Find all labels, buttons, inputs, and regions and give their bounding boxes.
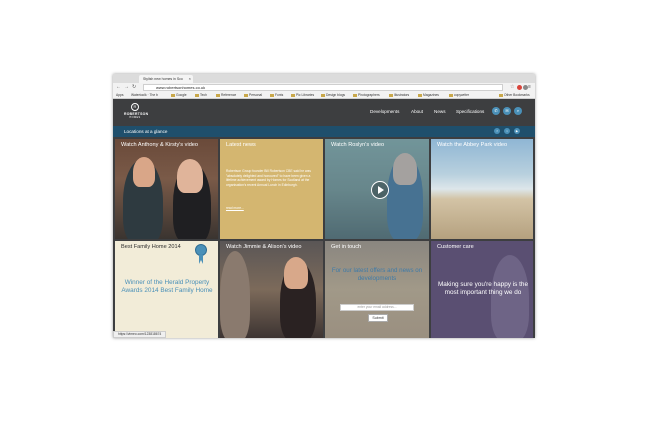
youtube-icon[interactable]: ▶ (514, 128, 520, 134)
video-tile-anthony-kirsty[interactable]: Watch Anthony & Kirsty's video (115, 139, 218, 239)
email-input[interactable]: enter your email address... (340, 304, 414, 311)
browser-tab[interactable]: Stylish new homes in Sco × (139, 75, 193, 83)
phone-icon[interactable]: ✆ (492, 107, 500, 115)
folder-icon (353, 93, 357, 97)
bookmark-label: Personal (249, 93, 263, 97)
customer-care-tile[interactable]: Customer care Making sure you're happy i… (431, 241, 533, 338)
bookmark-label: Other Bookmarks (504, 93, 530, 97)
award-text: Winner of the Herald Property Awards 201… (121, 279, 213, 295)
bookmark-item[interactable]: Personal (244, 92, 262, 98)
tile-title: Watch Anthony & Kirsty's video (121, 142, 199, 148)
extension-icon[interactable] (517, 85, 522, 90)
folder-icon (389, 93, 393, 97)
folder-icon (270, 93, 274, 97)
status-url: https://vimeo.com/123818674 (113, 331, 167, 338)
bookmark-star-icon[interactable]: ☆ (510, 84, 514, 90)
person-face-image (133, 157, 155, 187)
folder-icon (195, 93, 199, 97)
play-icon[interactable] (371, 181, 389, 199)
bookmark-item[interactable]: Magazines (418, 92, 439, 98)
person-face-image (177, 159, 203, 193)
site-header: R ROBERTSON HOMES Developments About New… (113, 99, 535, 126)
award-ribbon-icon (199, 255, 203, 264)
locations-bar: Locations at a glance f t ▶ (113, 126, 535, 137)
bookmark-label: Tech (200, 93, 207, 97)
facebook-icon[interactable]: f (494, 128, 500, 134)
bookmark-label: Photographers (358, 93, 380, 97)
twitter-icon[interactable]: t (504, 128, 510, 134)
person-face-image (284, 257, 308, 289)
award-tile: Best Family Home 2014 Winner of the Hera… (115, 241, 218, 338)
folder-icon (499, 93, 503, 97)
news-body: Robertson Group founder Bill Robertson C… (226, 169, 311, 187)
video-tile-roslyn[interactable]: Watch Roslyn's video (325, 139, 429, 239)
bookmark-label: copywriter (454, 93, 470, 97)
folder-icon (291, 93, 295, 97)
bookmark-label: Reference (221, 93, 237, 97)
care-text: Making sure you're happy is the most imp… (437, 281, 529, 297)
bookmark-item[interactable]: Reference (216, 92, 236, 98)
nav-about[interactable]: About (411, 109, 423, 114)
bookmark-label: Google (176, 93, 187, 97)
person-image (220, 251, 250, 338)
bookmark-item[interactable]: Google (171, 92, 187, 98)
offer-text: For our latest offers and news on develo… (331, 267, 423, 283)
tab-bar: Stylish new homes in Sco × (113, 74, 535, 89)
tile-title: Best Family Home 2014 (121, 244, 181, 250)
bookmark-label: Design blogs (326, 93, 346, 97)
folder-icon (418, 93, 422, 97)
bookmark-item[interactable]: Tech (195, 92, 207, 98)
folder-icon (449, 93, 453, 97)
site-logo[interactable]: R ROBERTSON HOMES (124, 103, 148, 119)
email-icon[interactable]: ✉ (503, 107, 511, 115)
browser-window: Stylish new homes in Sco × ← → ↻ www.rob… (113, 74, 535, 338)
tile-title: Latest news (226, 142, 256, 148)
locations-link[interactable]: Locations at a glance (124, 126, 167, 137)
nav-specifications[interactable]: Specifications (456, 109, 484, 114)
bookmark-item[interactable]: Illustrators (389, 92, 409, 98)
folder-icon (244, 93, 248, 97)
menu-icon[interactable]: ≡ (528, 84, 531, 90)
video-tile-abbey-park[interactable]: Watch the Abbey Park video (431, 139, 533, 239)
tile-title: Customer care (437, 244, 474, 250)
address-field[interactable]: www.robertsonhomes.co.uk (143, 84, 503, 91)
bookmark-item[interactable]: Watertoolk · The b (131, 92, 158, 98)
bookmark-label: Pic Libraries (296, 93, 315, 97)
nav-developments[interactable]: Developments (370, 109, 399, 114)
tile-title: Get in touch (331, 244, 362, 250)
bookmark-item[interactable]: Pic Libraries (291, 92, 314, 98)
bookmark-item[interactable]: Fonts (270, 92, 283, 98)
back-icon[interactable]: ← (116, 84, 121, 91)
forward-icon[interactable]: → (124, 84, 129, 91)
bookmark-label: Fonts (275, 93, 284, 97)
tab-title: Stylish new homes in Sco (143, 77, 183, 81)
folder-icon (321, 93, 325, 97)
bookmarks-bar: Apps Watertoolk · The b Google Tech Refe… (113, 92, 535, 99)
close-tab-icon[interactable]: × (189, 75, 191, 83)
tile-title: Watch Jimmie & Alison's video (226, 244, 302, 250)
read-more-link[interactable]: read more... (226, 206, 244, 210)
bookmark-apps[interactable]: Apps (116, 92, 124, 98)
bookmark-item[interactable]: Design blogs (321, 92, 345, 98)
bookmark-label: Magazines (423, 93, 439, 97)
tile-grid: Watch Anthony & Kirsty's video Latest ne… (113, 137, 535, 338)
search-icon[interactable]: ⌕ (514, 107, 522, 115)
video-tile-jimmie-alison[interactable]: Watch Jimmie & Alison's video (220, 241, 323, 338)
latest-news-tile: Latest news Robertson Group founder Bill… (220, 139, 323, 239)
reload-icon[interactable]: ↻ (132, 84, 136, 91)
bookmark-other[interactable]: Other Bookmarks (499, 92, 530, 98)
submit-button[interactable]: Submit (368, 314, 388, 322)
logo-mark-icon: R (131, 103, 139, 111)
nav-news[interactable]: News (434, 109, 446, 114)
tile-title: Watch Roslyn's video (331, 142, 385, 148)
bookmark-item[interactable]: Photographers (353, 92, 380, 98)
folder-icon (171, 93, 175, 97)
logo-sub: HOMES (129, 116, 141, 119)
tile-title: Watch the Abbey Park video (437, 142, 508, 148)
folder-icon (216, 93, 220, 97)
bookmark-label: Illustrators (394, 93, 410, 97)
bookmark-item[interactable]: copywriter (449, 92, 469, 98)
url-bar: ← → ↻ www.robertsonhomes.co.uk ☆ ≡ (113, 83, 535, 92)
get-in-touch-tile: Get in touch For our latest offers and n… (325, 241, 429, 338)
